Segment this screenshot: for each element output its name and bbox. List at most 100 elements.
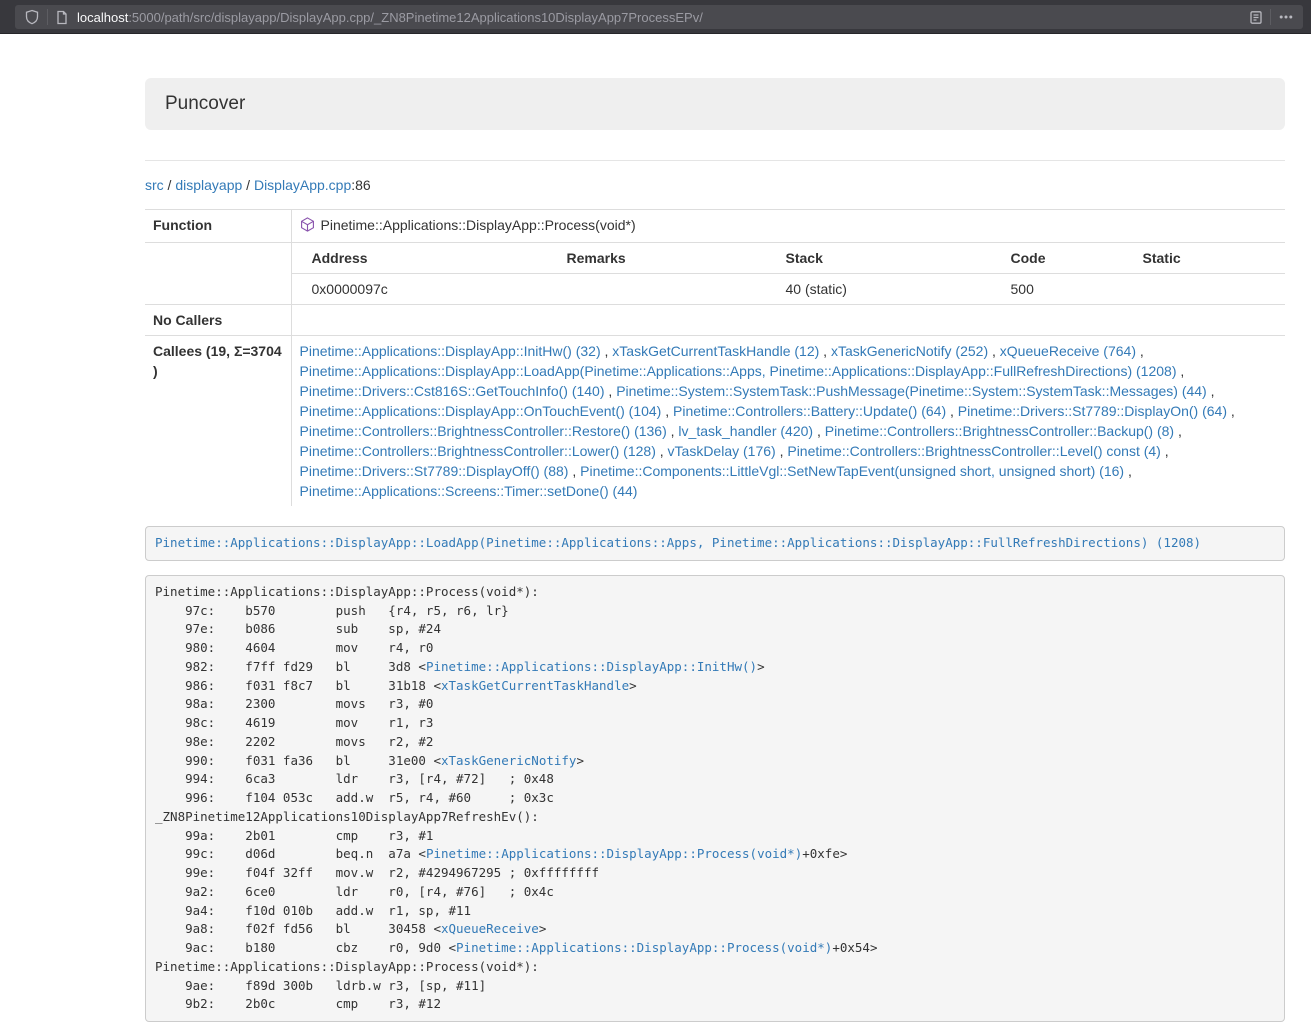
code-text: 98a: 2300 movs r3, #0 bbox=[155, 696, 433, 711]
code-line: 98c: 4619 mov r1, r3 bbox=[155, 714, 1275, 733]
code-size-value: 500 bbox=[991, 274, 1123, 305]
metrics-row-spacer bbox=[145, 243, 291, 305]
code-text: 9ae: f89d 300b ldrb.w r3, [sp, #11] bbox=[155, 978, 486, 993]
code-line: 990: f031 fa36 bl 31e00 <xTaskGenericNot… bbox=[155, 752, 1275, 771]
callee-separator: , bbox=[946, 403, 958, 419]
callers-cell bbox=[291, 305, 1285, 336]
code-text: 9b2: 2b0c cmp r3, #12 bbox=[155, 996, 441, 1011]
code-symbol-link[interactable]: xQueueReceive bbox=[441, 921, 539, 936]
function-row-label: Function bbox=[145, 210, 291, 243]
callee-link[interactable]: Pinetime::Applications::Screens::Timer::… bbox=[300, 483, 638, 499]
code-symbol-link[interactable]: xTaskGetCurrentTaskHandle bbox=[441, 678, 629, 693]
code-symbol-link[interactable]: Pinetime::Applications::DisplayApp::Init… bbox=[426, 659, 757, 674]
code-text: 9ac: b180 cbz r0, 9d0 < bbox=[155, 940, 456, 955]
code-text: 982: f7ff fd29 bl 3d8 < bbox=[155, 659, 426, 674]
code-text: 996: f104 053c add.w r5, r4, #60 ; 0x3c bbox=[155, 790, 554, 805]
callee-link[interactable]: Pinetime::Drivers::Cst816S::GetTouchInfo… bbox=[300, 383, 605, 399]
function-name-cell: Pinetime::Applications::DisplayApp::Proc… bbox=[291, 210, 1285, 243]
code-line: Pinetime::Applications::DisplayApp::Proc… bbox=[155, 583, 1275, 602]
callee-link[interactable]: Pinetime::Controllers::BrightnessControl… bbox=[825, 423, 1174, 439]
col-header-code: Code bbox=[991, 243, 1123, 274]
callee-link[interactable]: Pinetime::Applications::DisplayApp::OnTo… bbox=[300, 403, 662, 419]
metrics-table: Address Remarks Stack Code Static 0x0000… bbox=[292, 243, 1286, 304]
divider bbox=[145, 160, 1285, 161]
code-text: 99a: 2b01 cmp r3, #1 bbox=[155, 828, 433, 843]
callee-link[interactable]: Pinetime::System::SystemTask::PushMessag… bbox=[616, 383, 1207, 399]
code-text: Pinetime::Applications::DisplayApp::Proc… bbox=[155, 959, 539, 974]
code-line: _ZN8Pinetime12Applications10DisplayApp7R… bbox=[155, 808, 1275, 827]
callee-separator: , bbox=[1176, 363, 1184, 379]
callee-link[interactable]: lv_task_handler (420) bbox=[678, 423, 813, 439]
code-line: 97e: b086 sub sp, #24 bbox=[155, 620, 1275, 639]
col-header-remarks: Remarks bbox=[547, 243, 766, 274]
code-line: 99e: f04f 32ff mov.w r2, #4294967295 ; 0… bbox=[155, 864, 1275, 883]
url-host: localhost bbox=[77, 10, 128, 25]
callee-link[interactable]: Pinetime::Applications::DisplayApp::Load… bbox=[300, 363, 1177, 379]
code-line: 9ae: f89d 300b ldrb.w r3, [sp, #11] bbox=[155, 977, 1275, 996]
browser-toolbar: localhost:5000/path/src/displayapp/Displ… bbox=[0, 0, 1311, 34]
callee-link[interactable]: xTaskGenericNotify (252) bbox=[831, 343, 988, 359]
breadcrumb: src / displayapp / DisplayApp.cpp:86 bbox=[145, 175, 1285, 195]
callee-link[interactable]: Pinetime::Controllers::BrightnessControl… bbox=[787, 443, 1160, 459]
metrics-row: Address Remarks Stack Code Static 0x0000… bbox=[145, 243, 1285, 305]
callee-separator: , bbox=[656, 443, 668, 459]
breadcrumb-link-file[interactable]: DisplayApp.cpp bbox=[254, 177, 351, 193]
callee-separator: , bbox=[1124, 463, 1132, 479]
divider bbox=[1270, 9, 1271, 25]
callees-label: Callees (19, Σ=3704 ) bbox=[145, 336, 291, 507]
code-text: 99c: d06d beq.n a7a < bbox=[155, 846, 426, 861]
shield-icon[interactable] bbox=[24, 9, 40, 25]
code-text: 986: f031 f8c7 bl 31b18 < bbox=[155, 678, 441, 693]
code-line: 994: 6ca3 ldr r3, [r4, #72] ; 0x48 bbox=[155, 770, 1275, 789]
reader-view-icon[interactable] bbox=[1249, 10, 1263, 25]
callees-list: Pinetime::Applications::DisplayApp::Init… bbox=[291, 336, 1285, 507]
col-header-static: Static bbox=[1123, 243, 1286, 274]
callee-link[interactable]: Pinetime::Controllers::BrightnessControl… bbox=[300, 423, 667, 439]
code-text: _ZN8Pinetime12Applications10DisplayApp7R… bbox=[155, 809, 539, 824]
callee-separator: , bbox=[568, 463, 580, 479]
metrics-value-row: 0x0000097c 40 (static) 500 bbox=[292, 274, 1286, 305]
callee-link[interactable]: Pinetime::Components::LittleVgl::SetNewT… bbox=[580, 463, 1124, 479]
code-text: > bbox=[757, 659, 765, 674]
code-text: Pinetime::Applications::DisplayApp::Proc… bbox=[155, 584, 539, 599]
code-line: Pinetime::Applications::DisplayApp::Proc… bbox=[155, 958, 1275, 977]
page-icon[interactable] bbox=[55, 10, 69, 25]
callee-link[interactable]: xTaskGetCurrentTaskHandle (12) bbox=[612, 343, 819, 359]
callee-link[interactable]: Pinetime::Controllers::Battery::Update()… bbox=[673, 403, 946, 419]
more-options-icon[interactable] bbox=[1278, 9, 1294, 25]
highlighted-symbol-link[interactable]: Pinetime::Applications::DisplayApp::Load… bbox=[155, 535, 1201, 550]
stack-value: 40 (static) bbox=[766, 274, 991, 305]
url-text[interactable]: localhost:5000/path/src/displayapp/Displ… bbox=[77, 10, 1249, 25]
remarks-value bbox=[547, 274, 766, 305]
code-text: 990: f031 fa36 bl 31e00 < bbox=[155, 753, 441, 768]
symbol-details-table: Function Pinetime::Applications::Display… bbox=[145, 209, 1285, 506]
callee-separator: , bbox=[667, 423, 679, 439]
breadcrumb-link-displayapp[interactable]: displayapp bbox=[175, 177, 242, 193]
cube-icon bbox=[300, 217, 315, 237]
callee-separator: , bbox=[661, 403, 673, 419]
code-symbol-link[interactable]: Pinetime::Applications::DisplayApp::Proc… bbox=[426, 846, 802, 861]
code-line: 97c: b570 push {r4, r5, r6, lr} bbox=[155, 602, 1275, 621]
address-value: 0x0000097c bbox=[292, 274, 547, 305]
code-line: 98a: 2300 movs r3, #0 bbox=[155, 695, 1275, 714]
code-text: 994: 6ca3 ldr r3, [r4, #72] ; 0x48 bbox=[155, 771, 554, 786]
callee-link[interactable]: Pinetime::Controllers::BrightnessControl… bbox=[300, 443, 656, 459]
callee-link[interactable]: Pinetime::Applications::DisplayApp::Init… bbox=[300, 343, 601, 359]
static-value bbox=[1123, 274, 1286, 305]
code-line: 9b2: 2b0c cmp r3, #12 bbox=[155, 995, 1275, 1014]
code-symbol-link[interactable]: xTaskGenericNotify bbox=[441, 753, 576, 768]
code-line: 98e: 2202 movs r2, #2 bbox=[155, 733, 1275, 752]
breadcrumb-line-number: :86 bbox=[351, 177, 370, 193]
callee-link[interactable]: xQueueReceive (764) bbox=[1000, 343, 1136, 359]
breadcrumb-separator: / bbox=[242, 177, 254, 193]
breadcrumb-link-src[interactable]: src bbox=[145, 177, 164, 193]
callee-link[interactable]: Pinetime::Drivers::St7789::DisplayOn() (… bbox=[958, 403, 1227, 419]
callee-separator: , bbox=[776, 443, 788, 459]
code-text: 9a8: f02f fd56 bl 30458 < bbox=[155, 921, 441, 936]
callee-link[interactable]: vTaskDelay (176) bbox=[668, 443, 776, 459]
code-line: 996: f104 053c add.w r5, r4, #60 ; 0x3c bbox=[155, 789, 1275, 808]
code-text: +0xfe> bbox=[802, 846, 847, 861]
callee-link[interactable]: Pinetime::Drivers::St7789::DisplayOff() … bbox=[300, 463, 569, 479]
url-bar[interactable]: localhost:5000/path/src/displayapp/Displ… bbox=[15, 5, 1303, 29]
code-symbol-link[interactable]: Pinetime::Applications::DisplayApp::Proc… bbox=[456, 940, 832, 955]
